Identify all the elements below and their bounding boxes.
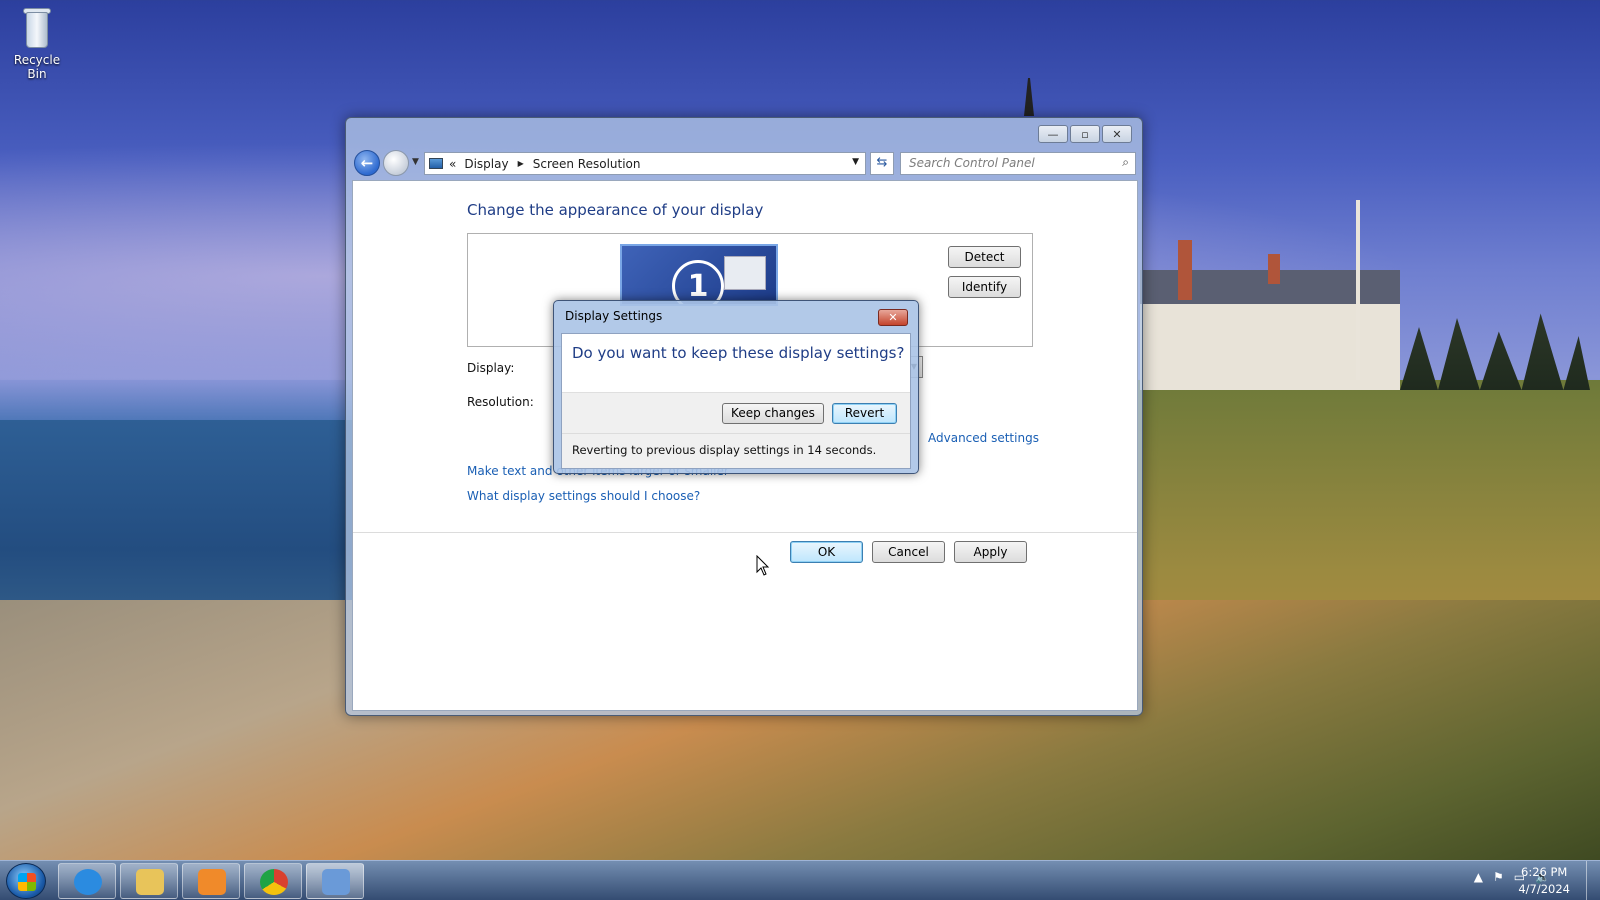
- control-panel-icon: [429, 158, 443, 169]
- advanced-settings-link[interactable]: Advanced settings: [928, 431, 1039, 445]
- mouse-cursor-icon: [756, 555, 770, 576]
- taskbar: ▲ ⚑ ▭ 🔈 6:26 PM 4/7/2024: [0, 860, 1600, 900]
- show-hidden-icons-icon[interactable]: ▲: [1474, 870, 1483, 884]
- resolution-label: Resolution:: [467, 395, 534, 409]
- revert-countdown: Reverting to previous display settings i…: [572, 443, 877, 457]
- cancel-button[interactable]: Cancel: [872, 541, 945, 563]
- window-titlebar[interactable]: — ▫ ✕: [346, 118, 1142, 148]
- taskbar-chrome[interactable]: [244, 863, 302, 899]
- search-placeholder: Search Control Panel: [909, 156, 1035, 170]
- apply-button[interactable]: Apply: [954, 541, 1027, 563]
- taskbar-control-panel[interactable]: [306, 863, 364, 899]
- navigation-bar: ← ▼ « Display ▶ Screen Resolution ▼ ⇆ Se…: [354, 148, 1136, 178]
- wallpaper-lighthouse: [1024, 78, 1034, 116]
- breadcrumb-separator-icon[interactable]: ▶: [518, 159, 524, 168]
- minimize-button[interactable]: —: [1038, 125, 1068, 143]
- monitor-window-icon: [724, 256, 766, 290]
- search-input[interactable]: Search Control Panel ⌕: [900, 152, 1136, 175]
- clock-time: 6:26 PM: [1521, 865, 1568, 879]
- chrome-icon: [260, 869, 288, 895]
- display-settings-help-link[interactable]: What display settings should I choose?: [467, 489, 700, 503]
- dialog-question: Do you want to keep these display settin…: [572, 344, 905, 362]
- keep-changes-button[interactable]: Keep changes: [722, 403, 824, 424]
- identify-button[interactable]: Identify: [948, 276, 1021, 298]
- breadcrumb-prefix[interactable]: «: [449, 157, 456, 171]
- show-desktop-button[interactable]: [1586, 861, 1600, 900]
- taskbar-internet-explorer[interactable]: [58, 863, 116, 899]
- display-settings-dialog: Display Settings ✕ Do you want to keep t…: [553, 300, 919, 474]
- dialog-close-button[interactable]: ✕: [878, 309, 908, 326]
- recycle-bin-icon: [20, 6, 54, 50]
- control-panel-icon: [322, 869, 350, 895]
- divider: [353, 532, 1137, 533]
- breadcrumb-screen-resolution[interactable]: Screen Resolution: [533, 157, 641, 171]
- ok-button[interactable]: OK: [790, 541, 863, 563]
- wallpaper-chimney: [1178, 240, 1192, 300]
- recent-pages-dropdown[interactable]: ▼: [412, 157, 419, 167]
- display-label: Display:: [467, 361, 515, 375]
- clock-date: 4/7/2024: [1518, 882, 1570, 896]
- back-button[interactable]: ←: [354, 150, 380, 176]
- detect-button[interactable]: Detect: [948, 246, 1021, 268]
- folder-icon: [136, 869, 164, 895]
- taskbar-file-explorer[interactable]: [120, 863, 178, 899]
- forward-button[interactable]: [383, 150, 409, 176]
- dialog-title: Display Settings: [565, 309, 663, 323]
- wallpaper-flagpole: [1356, 200, 1360, 380]
- address-history-icon[interactable]: ▼: [852, 157, 859, 167]
- search-icon[interactable]: ⌕: [1122, 155, 1129, 170]
- refresh-button[interactable]: ⇆: [870, 152, 894, 175]
- start-button[interactable]: [6, 863, 46, 899]
- monitor-1-preview[interactable]: 1: [620, 244, 778, 306]
- window-controls: — ▫ ✕: [1038, 125, 1132, 143]
- wallpaper-chimney: [1268, 254, 1280, 284]
- windows-logo-icon: [18, 873, 36, 891]
- clock[interactable]: 6:26 PM 4/7/2024: [1518, 864, 1570, 898]
- breadcrumb-display[interactable]: Display: [464, 157, 508, 171]
- dialog-separator: [562, 433, 910, 434]
- action-center-flag-icon[interactable]: ⚑: [1493, 870, 1504, 884]
- desktop-icon-label: Recycle Bin: [13, 53, 61, 81]
- internet-explorer-icon: [74, 869, 102, 895]
- address-bar[interactable]: « Display ▶ Screen Resolution ▼: [424, 152, 866, 175]
- close-button[interactable]: ✕: [1102, 125, 1132, 143]
- revert-button[interactable]: Revert: [832, 403, 897, 424]
- maximize-button[interactable]: ▫: [1070, 125, 1100, 143]
- media-player-icon: [198, 869, 226, 895]
- taskbar-media-player[interactable]: [182, 863, 240, 899]
- dialog-actions: Keep changes Revert Reverting to previou…: [562, 392, 910, 468]
- page-title: Change the appearance of your display: [467, 201, 764, 219]
- desktop-icon-recycle-bin[interactable]: Recycle Bin: [4, 6, 70, 81]
- dialog-body: Do you want to keep these display settin…: [561, 333, 911, 469]
